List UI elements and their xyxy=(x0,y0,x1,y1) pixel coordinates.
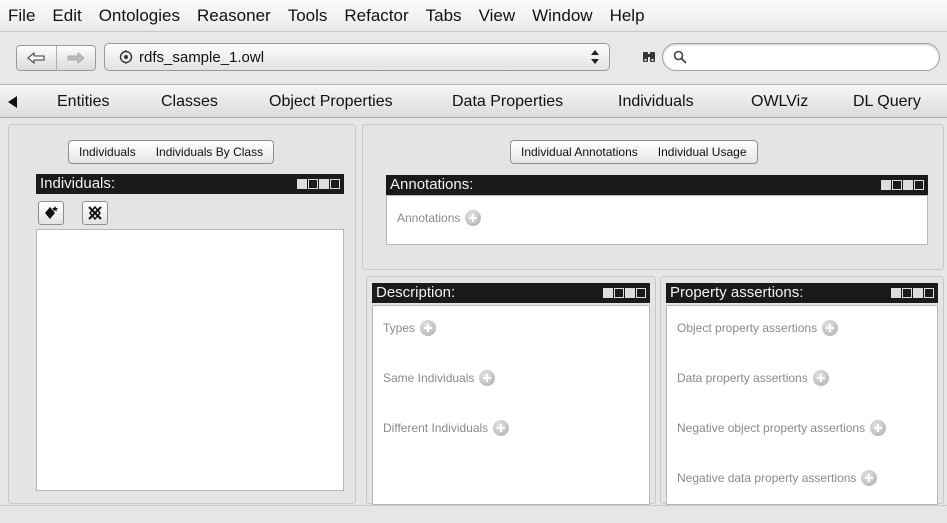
negative-data-property-assertions-label: Negative data property assertions xyxy=(677,471,857,485)
annotations-view-title: Annotations: xyxy=(390,176,474,193)
tab-bar: Entities Classes Object Properties Data … xyxy=(0,84,947,118)
delete-individual-button[interactable] xyxy=(82,201,108,225)
individuals-list[interactable] xyxy=(36,229,344,491)
negative-object-property-assertions-label: Negative object property assertions xyxy=(677,421,866,435)
tab-dl-query[interactable]: DL Query xyxy=(853,93,921,111)
tab-individuals[interactable]: Individuals xyxy=(618,93,694,111)
types-label: Types xyxy=(383,321,416,335)
description-view-title: Description: xyxy=(376,284,456,301)
add-same-individual-icon[interactable] xyxy=(479,370,496,386)
view-controls[interactable] xyxy=(297,179,340,189)
different-individuals-label: Different Individuals xyxy=(383,421,489,435)
menu-window[interactable]: Window xyxy=(532,6,592,26)
annotations-label: Annotations xyxy=(397,211,461,225)
individuals-view-switch: Individuals Individuals By Class xyxy=(68,140,275,164)
forward-arrow-icon xyxy=(67,52,85,64)
menu-help[interactable]: Help xyxy=(610,6,645,26)
individuals-view-header: Individuals: xyxy=(36,174,344,194)
view-controls[interactable] xyxy=(603,288,646,298)
annotations-view-header: Annotations: xyxy=(386,175,928,195)
status-bar xyxy=(0,505,947,523)
menu-tools[interactable]: Tools xyxy=(288,6,328,26)
add-annotation-icon[interactable] xyxy=(465,210,482,226)
menu-ontologies[interactable]: Ontologies xyxy=(99,6,180,26)
tab-classes[interactable]: Classes xyxy=(161,93,218,111)
add-type-icon[interactable] xyxy=(420,320,437,336)
property-assertions-body: Object property assertions Data property… xyxy=(666,305,938,505)
add-negative-data-property-assertion-icon[interactable] xyxy=(861,470,878,486)
annotations-view-switch: Individual Annotations Individual Usage xyxy=(510,140,758,164)
menu-refactor[interactable]: Refactor xyxy=(344,6,408,26)
delete-individual-icon xyxy=(88,205,102,221)
tab-object-properties[interactable]: Object Properties xyxy=(269,93,393,111)
data-property-assertions-label: Data property assertions xyxy=(677,371,808,385)
description-view-header: Description: xyxy=(372,283,650,303)
ontology-selector[interactable]: rdfs_sample_1.owl xyxy=(104,43,610,71)
ontology-name: rdfs_sample_1.owl xyxy=(139,48,265,66)
annotations-body: Annotations xyxy=(386,195,928,245)
segment-individual-usage[interactable]: Individual Usage xyxy=(648,145,757,159)
tab-entities[interactable]: Entities xyxy=(57,93,109,111)
segment-individuals[interactable]: Individuals xyxy=(69,145,146,159)
history-nav xyxy=(16,45,96,71)
back-button[interactable] xyxy=(17,46,56,70)
add-individual-button[interactable] xyxy=(38,201,64,225)
add-data-property-assertion-icon[interactable] xyxy=(812,370,829,386)
menu-bar: File Edit Ontologies Reasoner Tools Refa… xyxy=(0,0,947,32)
description-body: Types Same Individuals Different Individ… xyxy=(372,305,650,505)
forward-button[interactable] xyxy=(55,46,95,70)
search-input[interactable] xyxy=(662,43,940,71)
protege-window: File Edit Ontologies Reasoner Tools Refa… xyxy=(0,0,947,523)
back-arrow-icon xyxy=(27,52,45,64)
menu-edit[interactable]: Edit xyxy=(52,6,81,26)
negative-data-property-assertions-section: Negative data property assertions xyxy=(677,470,878,486)
different-individuals-section: Different Individuals xyxy=(383,420,510,436)
menu-reasoner[interactable]: Reasoner xyxy=(197,6,271,26)
toolbar: rdfs_sample_1.owl xyxy=(0,32,947,82)
data-property-assertions-section: Data property assertions xyxy=(677,370,829,386)
negative-object-property-assertions-section: Negative object property assertions xyxy=(677,420,887,436)
ontology-icon xyxy=(119,50,133,64)
add-negative-object-property-assertion-icon[interactable] xyxy=(870,420,887,436)
property-assertions-view-header: Property assertions: xyxy=(666,283,938,303)
tab-scroll-left-icon[interactable] xyxy=(8,96,17,108)
same-individuals-section: Same Individuals xyxy=(383,370,496,386)
view-controls[interactable] xyxy=(891,288,934,298)
segment-individuals-by-class[interactable]: Individuals By Class xyxy=(146,145,273,159)
menu-file[interactable]: File xyxy=(8,6,35,26)
chevron-updown-icon xyxy=(591,50,599,64)
object-property-assertions-section: Object property assertions xyxy=(677,320,839,336)
menu-tabs[interactable]: Tabs xyxy=(426,6,462,26)
types-section: Types xyxy=(383,320,437,336)
search-icon xyxy=(673,50,687,64)
binoculars-icon xyxy=(643,52,655,62)
same-individuals-label: Same Individuals xyxy=(383,371,475,385)
individuals-view-title: Individuals: xyxy=(40,175,116,192)
tab-data-properties[interactable]: Data Properties xyxy=(452,93,563,111)
menu-view[interactable]: View xyxy=(479,6,516,26)
property-assertions-view-title: Property assertions: xyxy=(670,284,804,301)
view-controls[interactable] xyxy=(881,180,924,190)
add-different-individual-icon[interactable] xyxy=(493,420,510,436)
object-property-assertions-label: Object property assertions xyxy=(677,321,818,335)
add-object-property-assertion-icon[interactable] xyxy=(822,320,839,336)
tab-owlviz[interactable]: OWLViz xyxy=(751,93,808,111)
annotations-section: Annotations xyxy=(397,210,482,226)
add-individual-icon xyxy=(45,206,58,219)
segment-individual-annotations[interactable]: Individual Annotations xyxy=(511,145,648,159)
